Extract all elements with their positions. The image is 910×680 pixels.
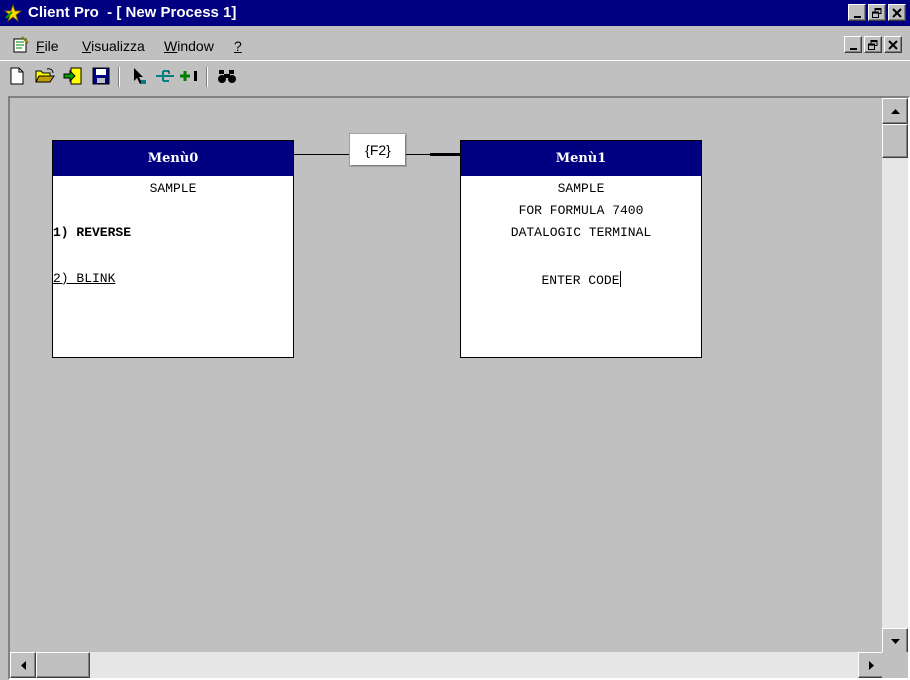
key-label-box[interactable]: {F2} [350, 134, 406, 166]
vertical-scrollbar[interactable] [882, 98, 908, 654]
menu-box-menu1[interactable]: Menù1 SAMPLE FOR FORMULA 7400 DATALOGIC … [460, 140, 702, 358]
text-cursor [619, 271, 621, 287]
new-button[interactable] [6, 65, 28, 87]
child-minimize-button[interactable] [844, 36, 862, 53]
pointer-button[interactable] [128, 65, 150, 87]
exit-button[interactable] [62, 65, 84, 87]
exit-icon [63, 67, 82, 85]
arrow-right-icon [868, 660, 874, 670]
connector-line [406, 154, 430, 155]
app-icon[interactable] [3, 3, 23, 23]
menu-box-title: Menù0 [53, 141, 293, 176]
minimize-button[interactable] [848, 4, 866, 21]
menu-bar: File Visualizza Window ? [0, 34, 910, 58]
pointer-icon [134, 68, 146, 84]
new-icon [10, 67, 24, 85]
window-title: Client Pro - [ New Process 1] [28, 4, 237, 21]
menu-box-line: DATALOGIC TERMINAL [510, 225, 652, 240]
add-icon [180, 71, 197, 81]
arrow-left-icon [20, 660, 26, 670]
toolbar-separator [206, 67, 208, 87]
maximize-button[interactable] [868, 4, 886, 21]
menu-box-line: FOR FORMULA 7400 [518, 203, 644, 218]
menu-help[interactable]: ? [234, 38, 242, 54]
menu-visualizza[interactable]: Visualizza [82, 38, 145, 54]
connector-line [294, 154, 350, 155]
diagram-canvas[interactable]: Menù0 SAMPLE 1) REVERSE 2) BLINK {F2} Me… [10, 98, 884, 654]
open-icon [35, 68, 55, 83]
arrow-up-icon [890, 108, 900, 114]
workspace: Menù0 SAMPLE 1) REVERSE 2) BLINK {F2} Me… [8, 96, 910, 680]
scroll-left-button[interactable] [10, 652, 36, 678]
child-restore-button[interactable] [864, 36, 882, 53]
menu-window[interactable]: Window [164, 38, 214, 54]
menu-option-blink[interactable]: 2) BLINK [53, 271, 115, 286]
close-button[interactable] [888, 4, 906, 21]
menu-file[interactable]: File [36, 38, 59, 54]
toolbar-separator [118, 67, 120, 87]
connector-line [430, 153, 460, 156]
minimize-icon [853, 15, 861, 18]
horizontal-scrollbar[interactable] [10, 652, 884, 678]
save-button[interactable] [90, 65, 112, 87]
minimize-icon [849, 47, 857, 50]
scrollbar-corner [882, 652, 908, 678]
menu-box-line: SAMPLE [557, 181, 605, 196]
document-icon[interactable] [12, 36, 30, 54]
scroll-right-button[interactable] [858, 652, 884, 678]
scroll-up-button[interactable] [882, 98, 908, 124]
arrow-down-icon [890, 638, 900, 644]
menu-option-reverse[interactable]: 1) REVERSE [53, 225, 131, 240]
title-bar: Client Pro - [ New Process 1] [0, 0, 910, 26]
menu-box-title: Menù1 [461, 141, 701, 176]
restore-icon [868, 39, 878, 50]
add-button[interactable] [178, 65, 200, 87]
menu-box-line: SAMPLE [149, 181, 197, 196]
save-icon [92, 67, 110, 85]
link-button[interactable] [154, 65, 176, 87]
vertical-scroll-thumb[interactable] [882, 124, 908, 158]
scroll-down-button[interactable] [882, 628, 908, 654]
child-close-button[interactable] [884, 36, 902, 53]
restore-icon [872, 7, 882, 18]
horizontal-scroll-thumb[interactable] [36, 652, 90, 678]
close-icon [892, 7, 902, 18]
close-icon [888, 39, 898, 50]
link-icon [156, 70, 174, 82]
toolbar [0, 60, 910, 92]
find-button[interactable] [216, 65, 238, 87]
menu-box-line-editing[interactable]: ENTER CODE [461, 271, 701, 288]
find-icon [218, 70, 236, 83]
open-button[interactable] [34, 65, 56, 87]
menu-box-menu0[interactable]: Menù0 SAMPLE 1) REVERSE 2) BLINK [52, 140, 294, 358]
